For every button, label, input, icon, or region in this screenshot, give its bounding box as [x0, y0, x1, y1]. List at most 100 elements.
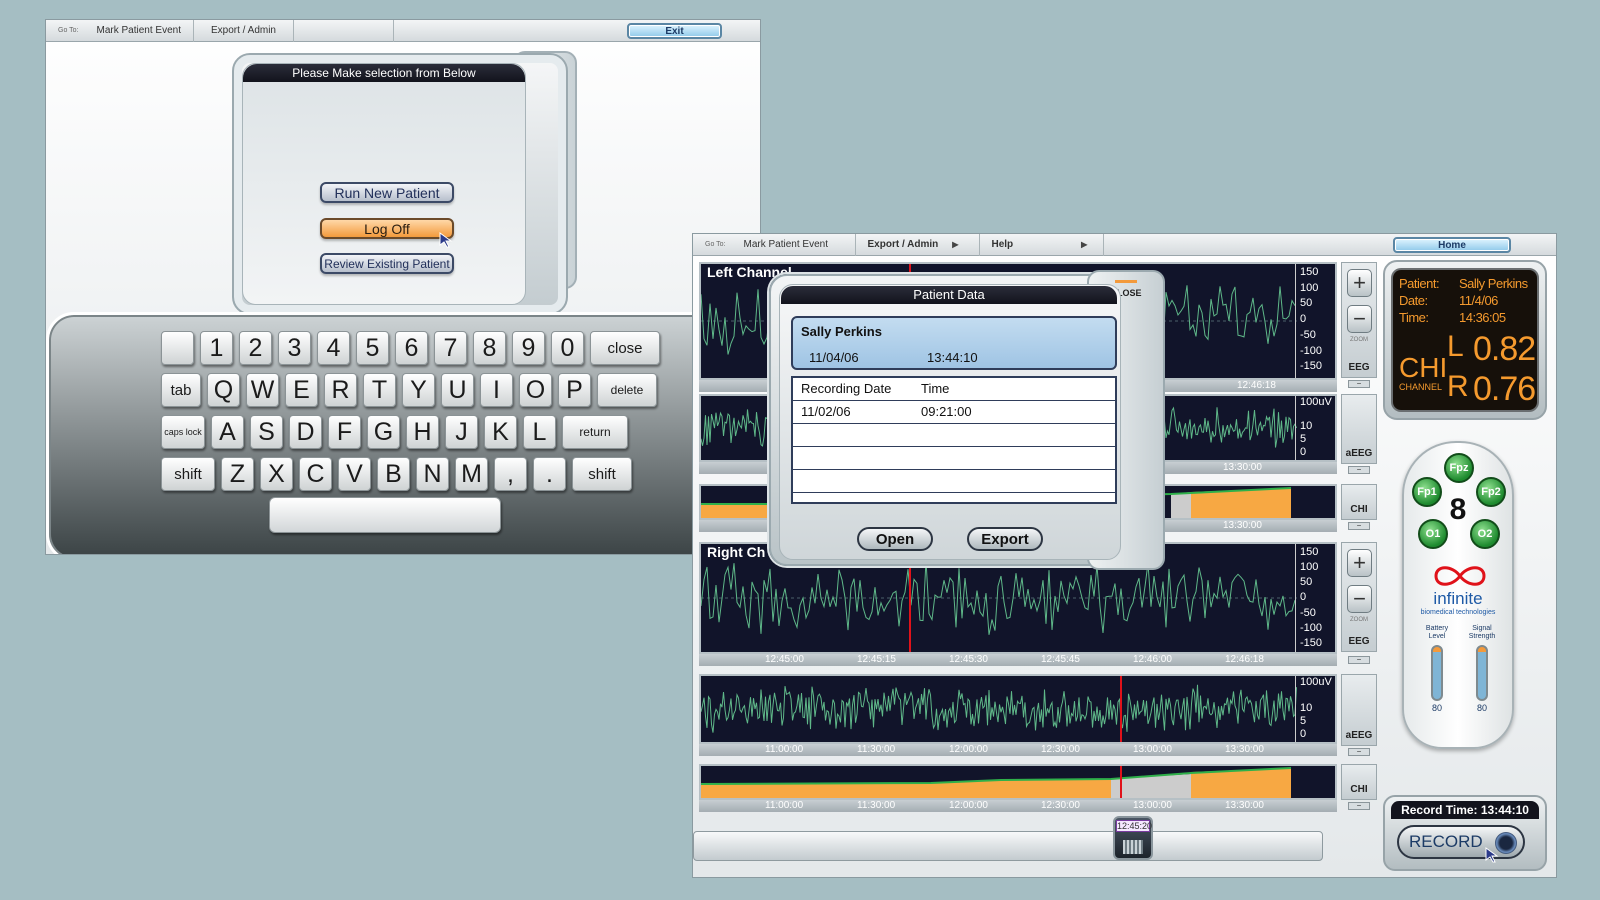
recordings-table: Recording Date Time 11/02/06 09:21:00	[791, 376, 1117, 504]
collapse-button[interactable]: −	[1348, 802, 1370, 810]
key-shift[interactable]: shift	[161, 457, 215, 491]
collapse-button[interactable]: −	[1348, 748, 1370, 756]
scale-tick: -50	[1300, 328, 1316, 341]
scale-tick: 150	[1300, 266, 1319, 278]
collapse-button[interactable]: −	[1348, 656, 1370, 664]
key-7[interactable]: 7	[434, 331, 467, 365]
key-z[interactable]: Z	[221, 457, 254, 491]
key-capslock[interactable]: caps lock	[161, 415, 205, 449]
scrubber-time: 12:45:20	[1116, 820, 1153, 832]
collapse-button[interactable]: −	[1348, 522, 1370, 530]
timeline-scrubber[interactable]	[693, 831, 1323, 861]
key-close[interactable]: close	[590, 331, 660, 365]
key-punct[interactable]: .	[533, 457, 566, 491]
key-0[interactable]: 0	[551, 331, 584, 365]
key-d[interactable]: D	[289, 415, 322, 449]
table-row[interactable]: 11/02/06 09:21:00	[793, 401, 1115, 424]
key-8[interactable]: 8	[473, 331, 506, 365]
electrode-count: 8	[1449, 493, 1467, 526]
key-2[interactable]: 2	[239, 331, 272, 365]
right-aeeg-timebar: 11:00:00 11:30:00 12:00:00 12:30:00 13:00:00…	[699, 744, 1337, 756]
key-v[interactable]: V	[338, 457, 371, 491]
key-l[interactable]: L	[523, 415, 556, 449]
key-f[interactable]: F	[328, 415, 361, 449]
aeeg-tag: aEEG	[1345, 730, 1373, 741]
submenu-arrow-icon: ▶	[1081, 240, 1088, 249]
eeg-tag: EEG	[1348, 362, 1370, 373]
key-i[interactable]: I	[480, 373, 513, 407]
key-s[interactable]: S	[250, 415, 283, 449]
key-e[interactable]: E	[285, 373, 318, 407]
key-4[interactable]: 4	[317, 331, 350, 365]
selected-patient-date: 11/04/06	[809, 350, 859, 365]
key-q[interactable]: Q	[207, 373, 240, 407]
menu-export-admin-2[interactable]: Export / Admin ▶	[856, 234, 980, 256]
key-1[interactable]: 1	[200, 331, 233, 365]
key-delete[interactable]: delete	[597, 373, 657, 407]
review-existing-patient-button[interactable]: Review Existing Patient	[320, 253, 454, 274]
key-o[interactable]: O	[519, 373, 552, 407]
infinity-logo-icon	[1434, 566, 1486, 586]
key-b[interactable]: B	[377, 457, 410, 491]
collapse-button[interactable]: −	[1348, 380, 1370, 388]
key-9[interactable]: 9	[512, 331, 545, 365]
scale-tick: 0	[1300, 591, 1307, 604]
key-a[interactable]: A	[211, 415, 244, 449]
open-button[interactable]: Open	[857, 527, 933, 551]
key-y[interactable]: Y	[402, 373, 435, 407]
submenu-arrow-icon: ▶	[952, 240, 959, 249]
key-3[interactable]: 3	[278, 331, 311, 365]
table-row[interactable]	[793, 447, 1115, 470]
key-m[interactable]: M	[455, 457, 488, 491]
goto-label-2: Go To:	[705, 241, 726, 248]
table-row[interactable]	[793, 470, 1115, 493]
key-r[interactable]: R	[324, 373, 357, 407]
chi-label: CHI	[1399, 352, 1448, 383]
onscreen-keyboard: 1 2 3 4 5 6 7 8 9 0 close tab Q W E R T Y U I O Pdelete caps l…	[46, 312, 760, 554]
scale-tick: -100	[1300, 621, 1323, 634]
right-chi-trace	[701, 766, 1292, 798]
signal-value: 80	[1476, 703, 1487, 713]
table-header: Recording Date Time	[793, 378, 1115, 401]
key-j[interactable]: J	[445, 415, 478, 449]
key-return[interactable]: return	[562, 415, 628, 449]
space-key[interactable]	[269, 497, 501, 533]
scrubber-handle[interactable]: 12:45:20	[1113, 816, 1153, 860]
key-5[interactable]: 5	[356, 331, 389, 365]
key-punct[interactable]: ,	[494, 457, 527, 491]
key-p[interactable]: P	[558, 373, 591, 407]
goto-label: Go To:	[58, 27, 79, 34]
zoom-out-button[interactable]: −	[1347, 585, 1372, 613]
export-button[interactable]: Export	[967, 527, 1043, 551]
home-button[interactable]: Home	[1393, 237, 1511, 253]
record-button[interactable]: RECORD	[1397, 825, 1525, 859]
key-tab[interactable]: tab	[161, 373, 201, 407]
right-channel-label: Right Ch	[707, 544, 766, 560]
menu-mark-patient-event[interactable]: Mark Patient Event	[85, 20, 194, 42]
key-n[interactable]: N	[416, 457, 449, 491]
key-h[interactable]: H	[406, 415, 439, 449]
key-c[interactable]: C	[299, 457, 332, 491]
log-off-button[interactable]: Log Off	[320, 218, 454, 239]
collapse-button[interactable]: −	[1348, 466, 1370, 474]
table-row[interactable]	[793, 424, 1115, 447]
key-t[interactable]: T	[363, 373, 396, 407]
key-x[interactable]: X	[260, 457, 293, 491]
key-g[interactable]: G	[367, 415, 400, 449]
run-new-patient-button[interactable]: Run New Patient	[320, 182, 454, 203]
key-shift[interactable]: shift	[572, 457, 632, 491]
selected-patient-row[interactable]: Sally Perkins 11/04/06 13:44:10	[791, 316, 1117, 370]
key-w[interactable]: W	[246, 373, 279, 407]
key-k[interactable]: K	[484, 415, 517, 449]
menu-help[interactable]: Help ▶	[980, 234, 1104, 256]
key-u[interactable]: U	[441, 373, 474, 407]
zoom-out-button[interactable]: −	[1347, 305, 1372, 333]
menu-export-admin[interactable]: Export / Admin	[194, 20, 294, 42]
chi-tag: CHI	[1350, 784, 1368, 795]
menu-mark-patient-event-2[interactable]: Mark Patient Event	[732, 234, 856, 256]
key-blank[interactable]	[161, 331, 194, 365]
exit-button[interactable]: Exit	[627, 23, 722, 39]
zoom-in-button[interactable]: +	[1347, 269, 1372, 297]
key-6[interactable]: 6	[395, 331, 428, 365]
zoom-in-button[interactable]: +	[1347, 549, 1372, 577]
